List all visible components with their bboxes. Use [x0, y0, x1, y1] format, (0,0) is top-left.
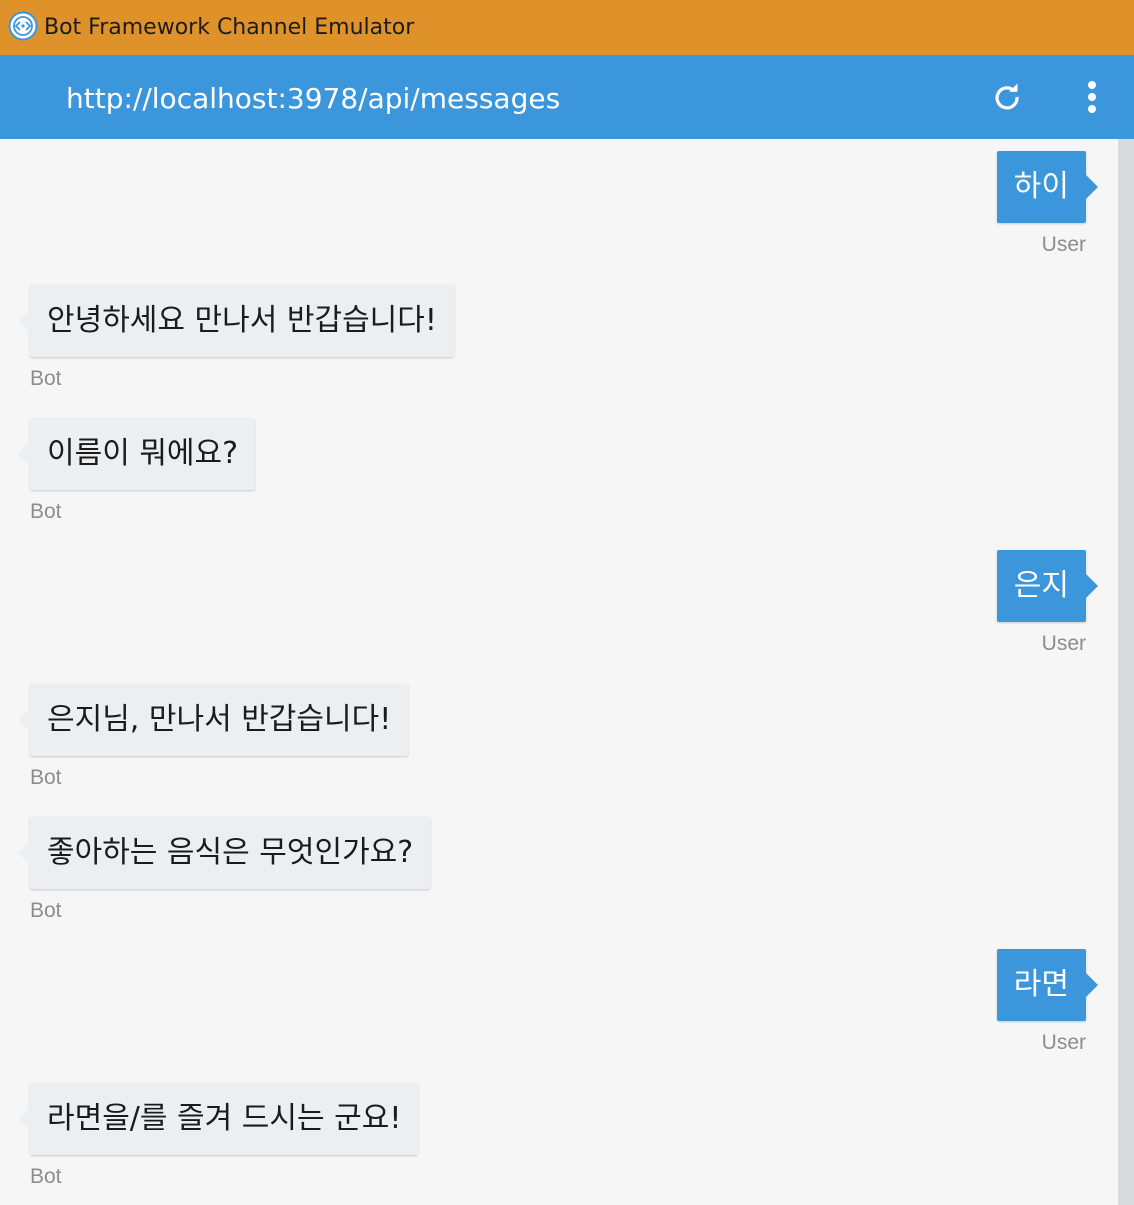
message-sender-label: Bot: [30, 1165, 62, 1188]
bot-message-bubble[interactable]: 이름이 뭐에요?: [17, 418, 256, 490]
message-bot: 이름이 뭐에요? Bot: [17, 418, 256, 525]
message-sender-label: User: [1041, 1031, 1086, 1054]
endpoint-address-bar: http://localhost:3978/api/messages: [0, 55, 1134, 139]
message-bot: 라면을/를 즐겨 드시는 군요! Bot: [17, 1083, 419, 1190]
message-sender-label: Bot: [30, 500, 62, 523]
message-sender-label: Bot: [30, 766, 62, 789]
more-options-button[interactable]: [1072, 75, 1112, 119]
app-logo-icon: [8, 11, 38, 41]
bot-message-bubble[interactable]: 라면을/를 즐겨 드시는 군요!: [17, 1083, 419, 1155]
message-user: 하이 User: [996, 151, 1099, 258]
user-message-bubble[interactable]: 은지: [996, 550, 1099, 622]
user-message-bubble[interactable]: 라면: [996, 949, 1099, 1021]
bot-message-bubble[interactable]: 좋아하는 음식은 무엇인가요?: [17, 817, 431, 889]
message-bot: 안녕하세요 만나서 반갑습니다! Bot: [18, 285, 454, 392]
window-titlebar: Bot Framework Channel Emulator: [0, 0, 1134, 55]
message-user: 은지 User: [996, 550, 1099, 657]
message-sender-label: Bot: [30, 899, 62, 922]
message-bot: 좋아하는 음식은 무엇인가요? Bot: [17, 817, 431, 924]
refresh-button[interactable]: [987, 77, 1027, 117]
bot-message-bubble[interactable]: 안녕하세요 만나서 반갑습니다!: [18, 285, 454, 357]
user-message-bubble[interactable]: 하이: [996, 151, 1099, 223]
message-user: 라면 User: [996, 949, 1099, 1056]
message-sender-label: User: [1041, 632, 1086, 655]
message-sender-label: Bot: [30, 367, 62, 390]
chat-scrollbar[interactable]: [1118, 139, 1134, 1205]
bot-message-bubble[interactable]: 은지님, 만나서 반갑습니다!: [17, 684, 409, 756]
more-vertical-icon: [1088, 81, 1096, 113]
endpoint-url[interactable]: http://localhost:3978/api/messages: [66, 81, 560, 117]
chat-history: 하이 User 안녕하세요 만나서 반갑습니다! Bot 이름이 뭐에요? Bo…: [0, 139, 1134, 1205]
message-sender-label: User: [1041, 233, 1086, 256]
message-bot: 은지님, 만나서 반갑습니다! Bot: [17, 684, 409, 791]
refresh-icon: [995, 83, 1019, 110]
window-title: Bot Framework Channel Emulator: [44, 15, 415, 40]
